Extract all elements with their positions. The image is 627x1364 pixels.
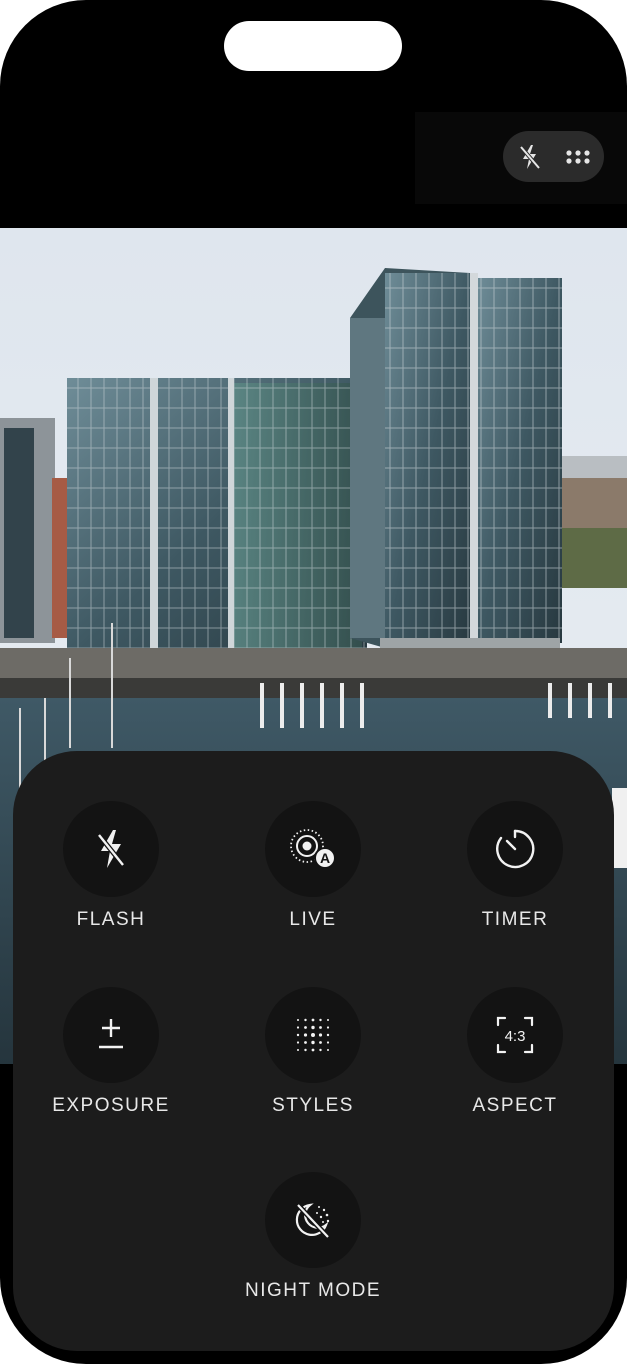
exposure-control[interactable]: EXPOSURE [11,987,211,1117]
flash-off-icon [519,144,541,169]
grid-dots-icon [566,149,590,164]
flash-control[interactable]: FLASH [11,801,211,931]
exposure-plus-minus-icon [99,1019,123,1049]
more-controls-button[interactable] [553,131,603,182]
timer-icon [496,829,535,869]
styles-label: STYLES [272,1095,354,1116]
exposure-button[interactable] [63,987,159,1083]
night-mode-label: NIGHT MODE [244,1280,382,1301]
styles-button[interactable] [265,987,361,1083]
flash-button[interactable] [63,801,159,897]
night-mode-button[interactable] [265,1172,361,1268]
live-label: LIVE [289,909,337,930]
live-control[interactable]: A LIVE [213,801,413,931]
timer-label: TIMER [481,909,549,930]
svg-text:A: A [320,850,330,866]
exposure-label: EXPOSURE [52,1095,170,1116]
night-mode-off-icon [295,1203,330,1239]
live-button[interactable]: A [265,801,361,897]
flash-label: FLASH [76,909,146,930]
top-controls-pill [503,131,604,182]
aspect-ratio-icon: 4:3 [496,1016,534,1054]
night-mode-control[interactable]: NIGHT MODE [213,1172,413,1302]
timer-button[interactable] [467,801,563,897]
camera-controls-sheet: FLASH A LIVE TIMER EXPOSURE STYLES 4:3 A… [13,751,614,1351]
flash-off-icon [97,830,125,868]
styles-control[interactable]: STYLES [213,987,413,1117]
top-flash-button[interactable] [505,131,555,182]
live-photo-auto-icon: A [290,829,336,869]
camera-screen: FLASH A LIVE TIMER EXPOSURE STYLES 4:3 A… [0,0,627,1364]
aspect-button[interactable]: 4:3 [467,987,563,1083]
aspect-label: ASPECT [472,1095,558,1116]
styles-dots-icon [296,1018,330,1052]
aspect-value: 4:3 [505,1028,526,1045]
timer-control[interactable]: TIMER [415,801,615,931]
dynamic-island [224,21,402,71]
aspect-control[interactable]: 4:3 ASPECT [415,987,615,1117]
